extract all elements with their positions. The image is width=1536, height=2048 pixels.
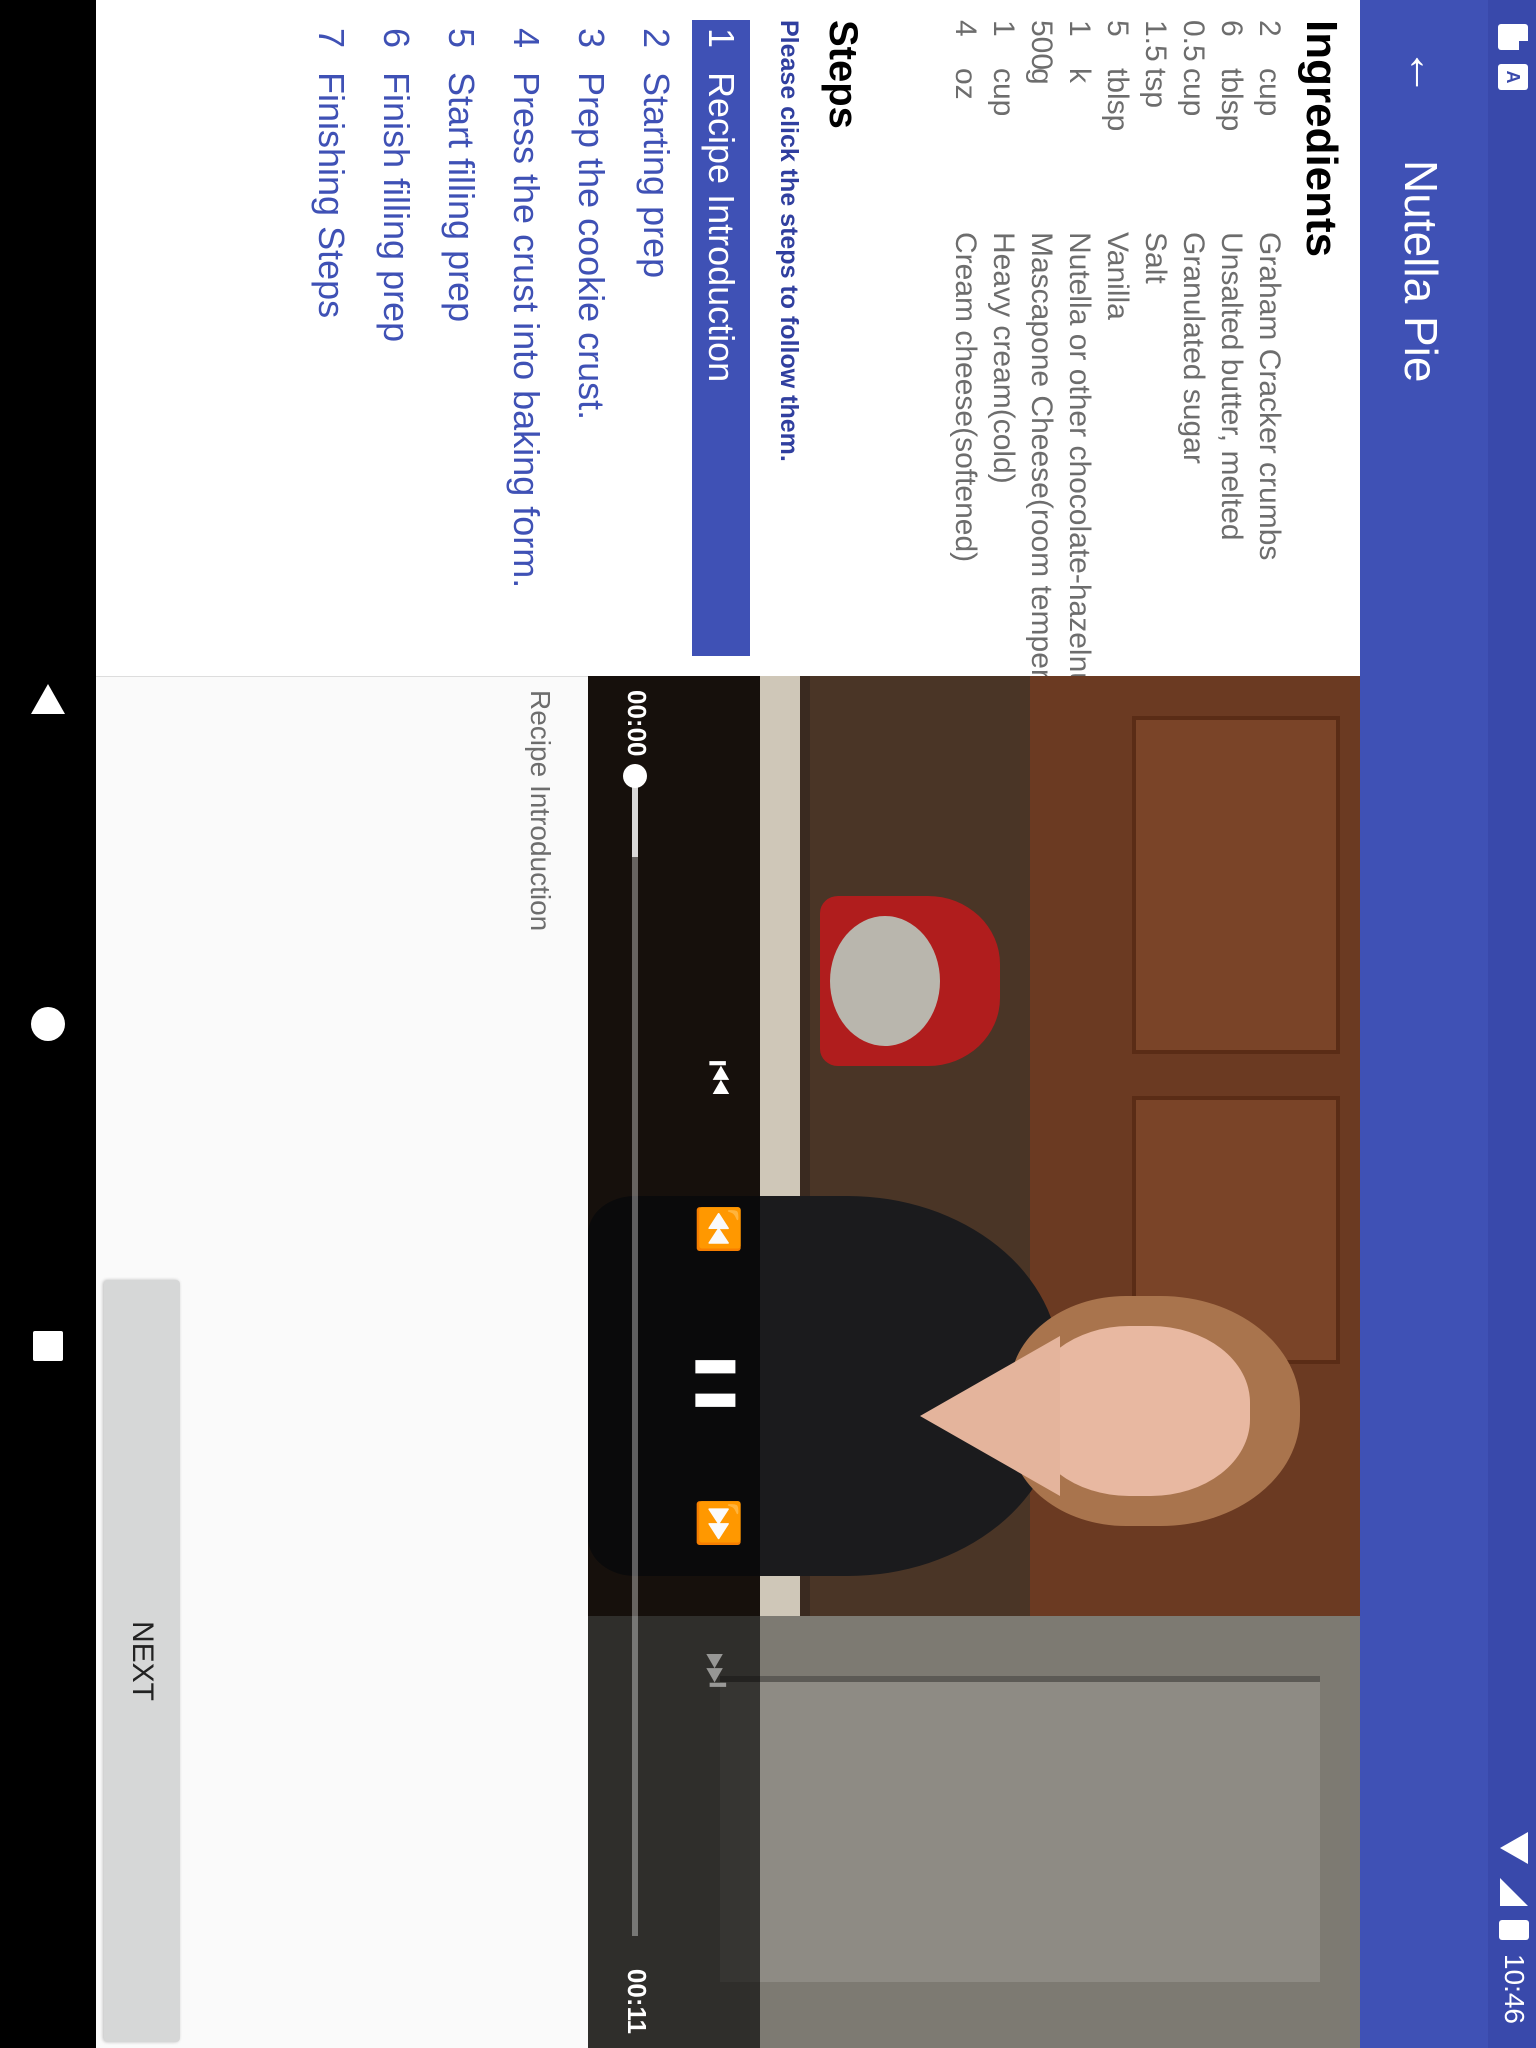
wifi-icon — [1500, 1831, 1528, 1864]
step-item[interactable]: 3 Prep the cookie crust. — [562, 20, 620, 420]
steps-heading: Steps — [821, 20, 865, 129]
square-recents-icon — [33, 1331, 63, 1361]
status-time: 10:46 — [1499, 1953, 1530, 2024]
ingredient-measure: g — [1025, 68, 1058, 85]
ingredient-quantity: 5 — [1101, 20, 1134, 37]
ingredient-name: Unsalted butter, melted — [1215, 232, 1248, 541]
ingredient-measure: oz — [949, 68, 982, 100]
status-bar: A 10:46 — [1488, 0, 1536, 2048]
page-title: Nutella Pie — [1395, 160, 1447, 383]
ingredient-quantity: 6 — [1215, 20, 1248, 37]
ingredient-name: Heavy cream(cold) — [987, 232, 1020, 484]
step-number: 2 — [636, 28, 677, 49]
duration: 00:11 — [622, 1968, 652, 2034]
step-item[interactable]: 7 Finishing Steps — [302, 20, 360, 318]
ingredient-measure: tblsp — [1215, 68, 1248, 132]
ingredient-name: Granulated sugar — [1177, 232, 1210, 464]
step-number: 7 — [311, 28, 352, 49]
ingredient-quantity: 1 — [987, 20, 1020, 37]
step-number: 6 — [376, 28, 417, 49]
rewind-icon[interactable]: ⏪ — [694, 1204, 742, 1254]
ingredient-measure: tblsp — [1101, 68, 1134, 132]
ingredient-quantity: 2 — [1253, 20, 1286, 37]
circle-home-icon — [31, 1007, 65, 1041]
ingredient-quantity: 1.5 — [1139, 20, 1172, 62]
navigation-bar — [0, 0, 96, 2048]
ingredient-quantity: 4 — [949, 20, 982, 37]
ingredient-quantity: 1 — [1063, 20, 1096, 37]
step-label: Prep the cookie crust. — [571, 72, 612, 421]
recipe-details-panel[interactable]: Ingredients 2 cup Graham Cracker crumbs 6 tb… — [96, 0, 1360, 677]
step-label: Start filling prep — [441, 72, 482, 323]
ingredient-measure: k — [1063, 68, 1096, 83]
ingredients-heading: Ingredients — [1297, 20, 1346, 258]
skip-next-icon[interactable]: ⏭ — [694, 1646, 742, 1694]
step-label: Finishing Steps — [311, 72, 352, 319]
nav-home-button[interactable] — [18, 994, 78, 1054]
triangle-back-icon — [31, 684, 65, 714]
ingredient-name: Vanilla — [1101, 232, 1134, 320]
app-bar: ← Nutella Pie — [1360, 0, 1488, 2048]
step-item[interactable]: 2 Starting prep — [627, 20, 685, 278]
seek-thumb[interactable] — [623, 764, 647, 788]
ingredient-name: Nutella or other chocolate-hazelnu — [1063, 232, 1096, 677]
skip-previous-icon[interactable]: ⏮ — [694, 1054, 742, 1102]
ingredient-name: Graham Cracker crumbs — [1253, 232, 1286, 561]
step-number: 1 — [701, 28, 742, 49]
battery-icon — [1499, 1919, 1529, 1940]
seek-bar[interactable] — [623, 764, 647, 1936]
back-button[interactable]: ← — [1392, 40, 1456, 104]
fast-forward-icon[interactable]: ⏩ — [694, 1498, 742, 1548]
pause-icon[interactable]: ❚❚ — [694, 1350, 742, 1417]
step-label: Finish filling prep — [376, 72, 417, 343]
ingredient-quantity: 0.5 — [1177, 20, 1210, 62]
a-icon: A — [1498, 64, 1528, 90]
ingredient-measure: tsp — [1139, 68, 1172, 109]
step-number: 3 — [571, 28, 612, 49]
step-number: 4 — [506, 28, 547, 49]
step-number: 5 — [441, 28, 482, 49]
next-button[interactable]: NEXT — [104, 1280, 180, 2042]
player-controls: ⏮ ⏪ ❚❚ ⏩ ⏭ 00:00 00:11 — [588, 676, 760, 2048]
step-item[interactable]: 6 Finish filling prep — [367, 20, 425, 342]
step-description: Recipe Introduction — [525, 690, 556, 932]
ingredient-name: Salt — [1139, 232, 1172, 284]
nav-recents-button[interactable] — [18, 1316, 78, 1376]
step-item[interactable]: 5 Start filling prep — [432, 20, 490, 322]
ingredient-quantity: 500 — [1025, 20, 1058, 71]
steps-hint: Please click the steps to follow them. — [775, 20, 803, 462]
step-label: Recipe Introduction — [701, 72, 742, 383]
buffered-fill — [632, 776, 638, 858]
ingredient-measure: cup — [1253, 68, 1286, 117]
current-time: 00:00 — [622, 690, 652, 757]
signal-icon — [1500, 1877, 1528, 1906]
tablet-screen: A 10:46 ← Nutella Pie Ingredients 2 cup Gr… — [0, 0, 1536, 2048]
ingredient-name: Cream cheese(softened) — [949, 232, 982, 563]
step-label: Press the crust into baking form. — [506, 72, 547, 589]
sd-card-icon — [1498, 24, 1528, 50]
step-label: Starting prep — [636, 72, 677, 279]
arrow-back-icon: ← — [1398, 48, 1451, 96]
ingredient-measure: cup — [987, 68, 1020, 117]
step-item[interactable]: 4 Press the crust into baking form. — [497, 20, 555, 588]
step-item[interactable]: 1 Recipe Introduction — [692, 20, 750, 656]
ingredient-measure: cup — [1177, 68, 1210, 117]
ingredient-name: Mascapone Cheese(room tempera — [1025, 232, 1058, 677]
video-player[interactable]: ⏮ ⏪ ❚❚ ⏩ ⏭ 00:00 00:11 — [588, 676, 1360, 2048]
nav-back-button[interactable] — [18, 670, 78, 730]
